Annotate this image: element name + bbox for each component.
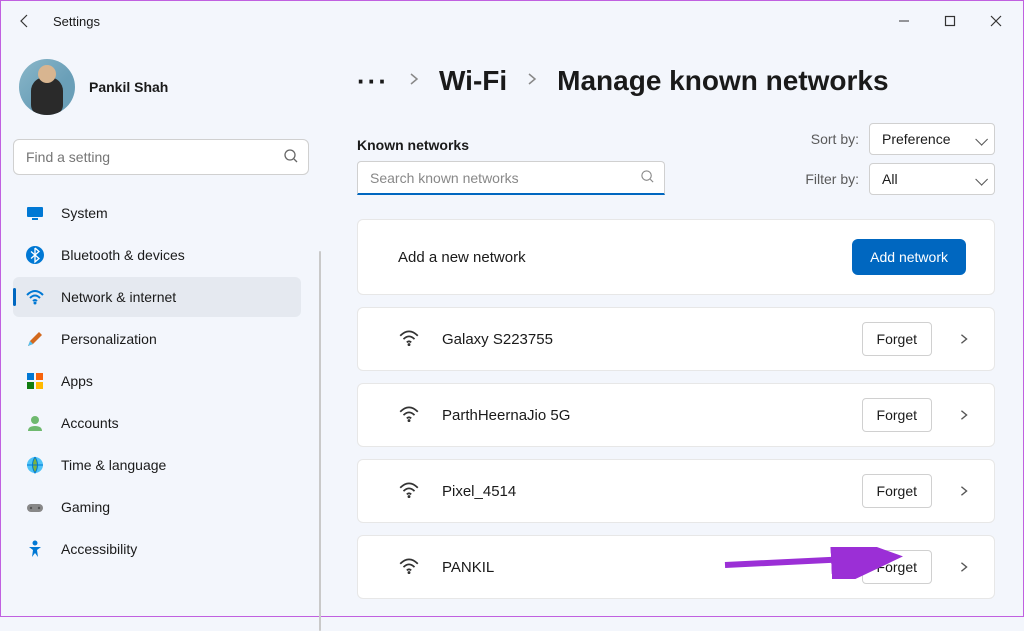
nav: System Bluetooth & devices Network & int… [13, 193, 309, 569]
monitor-icon [25, 203, 45, 223]
wifi-icon [398, 327, 422, 351]
brush-icon [25, 329, 45, 349]
sidebar-item-apps[interactable]: Apps [13, 361, 301, 401]
sidebar-item-system[interactable]: System [13, 193, 301, 233]
sidebar-item-bluetooth[interactable]: Bluetooth & devices [13, 235, 301, 275]
sidebar-item-label: Personalization [61, 331, 157, 347]
wifi-icon [398, 479, 422, 503]
search-networks-input[interactable] [357, 161, 665, 195]
page-title: Manage known networks [557, 65, 888, 97]
sidebar-item-label: Network & internet [61, 289, 176, 305]
main-content: ··· Wi-Fi Manage known networks Known ne… [321, 41, 1023, 616]
sidebar-item-label: Accessibility [61, 541, 137, 557]
sidebar-item-label: System [61, 205, 108, 221]
wifi-icon [398, 555, 422, 579]
filter-by-dropdown[interactable]: All [869, 163, 995, 195]
network-card: PANKIL Forget [357, 535, 995, 599]
person-icon [25, 413, 45, 433]
sidebar: Pankil Shah System Bluetooth & devices N… [1, 41, 321, 616]
network-name: Pixel_4514 [442, 483, 842, 500]
find-setting-input[interactable] [13, 139, 309, 175]
add-network-label: Add a new network [398, 249, 526, 266]
sidebar-item-accounts[interactable]: Accounts [13, 403, 301, 443]
known-networks-heading: Known networks [357, 137, 665, 153]
expand-button[interactable] [952, 485, 976, 497]
expand-button[interactable] [952, 333, 976, 345]
minimize-button[interactable] [881, 5, 927, 37]
wifi-icon [25, 287, 45, 307]
titlebar: Settings [1, 1, 1023, 41]
sort-by-label: Sort by: [811, 131, 859, 147]
sidebar-item-gaming[interactable]: Gaming [13, 487, 301, 527]
user-profile[interactable]: Pankil Shah [13, 49, 309, 133]
add-network-card: Add a new network Add network [357, 219, 995, 295]
accessibility-icon [25, 539, 45, 559]
expand-button[interactable] [952, 409, 976, 421]
forget-button[interactable]: Forget [862, 550, 932, 584]
breadcrumb: ··· Wi-Fi Manage known networks [357, 65, 995, 97]
search-icon [640, 169, 655, 189]
wifi-icon [398, 403, 422, 427]
avatar [19, 59, 75, 115]
search-icon [283, 148, 299, 169]
breadcrumb-more[interactable]: ··· [357, 66, 389, 97]
sidebar-item-label: Accounts [61, 415, 119, 431]
sidebar-item-accessibility[interactable]: Accessibility [13, 529, 301, 569]
filter-by-label: Filter by: [805, 171, 859, 187]
sort-by-dropdown[interactable]: Preference [869, 123, 995, 155]
scrollbar[interactable] [319, 251, 321, 631]
chevron-right-icon [525, 72, 539, 91]
forget-button[interactable]: Forget [862, 474, 932, 508]
sidebar-item-label: Bluetooth & devices [61, 247, 185, 263]
network-card: Galaxy S223755 Forget [357, 307, 995, 371]
breadcrumb-wifi[interactable]: Wi-Fi [439, 65, 507, 97]
window-title: Settings [53, 14, 100, 29]
sidebar-item-personalization[interactable]: Personalization [13, 319, 301, 359]
chevron-right-icon [407, 72, 421, 91]
find-setting [13, 139, 309, 175]
gamepad-icon [25, 497, 45, 517]
expand-button[interactable] [952, 561, 976, 573]
sidebar-item-label: Gaming [61, 499, 110, 515]
back-button[interactable] [5, 1, 45, 41]
apps-icon [25, 371, 45, 391]
close-button[interactable] [973, 5, 1019, 37]
network-name: PANKIL [442, 559, 842, 576]
sidebar-item-network[interactable]: Network & internet [13, 277, 301, 317]
sidebar-item-time[interactable]: Time & language [13, 445, 301, 485]
bluetooth-icon [25, 245, 45, 265]
forget-button[interactable]: Forget [862, 398, 932, 432]
add-network-button[interactable]: Add network [852, 239, 966, 275]
globe-icon [25, 455, 45, 475]
sidebar-item-label: Time & language [61, 457, 166, 473]
network-name: ParthHeernaJio 5G [442, 407, 842, 424]
network-name: Galaxy S223755 [442, 331, 842, 348]
network-card: Pixel_4514 Forget [357, 459, 995, 523]
network-card: ParthHeernaJio 5G Forget [357, 383, 995, 447]
forget-button[interactable]: Forget [862, 322, 932, 356]
maximize-button[interactable] [927, 5, 973, 37]
user-name: Pankil Shah [89, 79, 168, 95]
sidebar-item-label: Apps [61, 373, 93, 389]
